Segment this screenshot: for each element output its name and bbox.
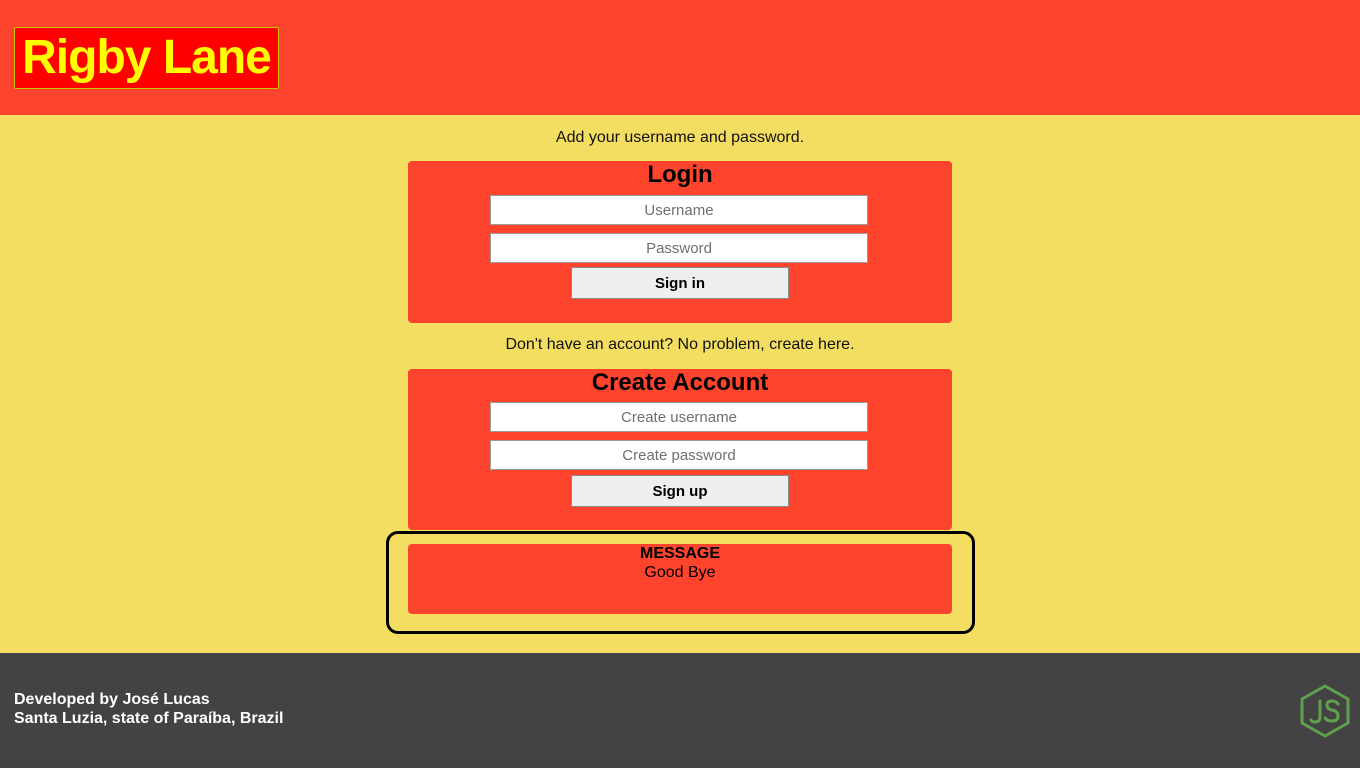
footer-location: Santa Luzia, state of Paraíba, Brazil	[14, 710, 284, 727]
sign-up-button[interactable]: Sign up	[571, 475, 789, 507]
site-logo[interactable]: Rigby Lane	[14, 27, 279, 89]
login-username-input[interactable]	[490, 195, 868, 225]
footer: Developed by José Lucas Santa Luzia, sta…	[0, 653, 1360, 768]
login-intro-text: Add your username and password.	[555, 129, 805, 146]
header: Rigby Lane	[0, 0, 1360, 115]
message-text: Good Bye	[644, 564, 716, 581]
create-password-input[interactable]	[490, 440, 868, 470]
message-box: MESSAGE Good Bye	[408, 544, 952, 614]
login-panel: Login Sign in	[408, 161, 952, 323]
create-intro-text: Don't have an account? No problem, creat…	[505, 336, 855, 353]
sign-in-button[interactable]: Sign in	[571, 267, 789, 299]
create-account-panel: Create Account Sign up	[408, 369, 952, 530]
nodejs-icon[interactable]	[1299, 684, 1351, 738]
create-account-title: Create Account	[591, 369, 769, 396]
footer-developer-credit: Developed by José Lucas	[14, 691, 210, 708]
message-title: MESSAGE	[639, 545, 720, 562]
login-password-input[interactable]	[490, 233, 868, 263]
create-username-input[interactable]	[490, 402, 868, 432]
login-title: Login	[647, 161, 713, 188]
